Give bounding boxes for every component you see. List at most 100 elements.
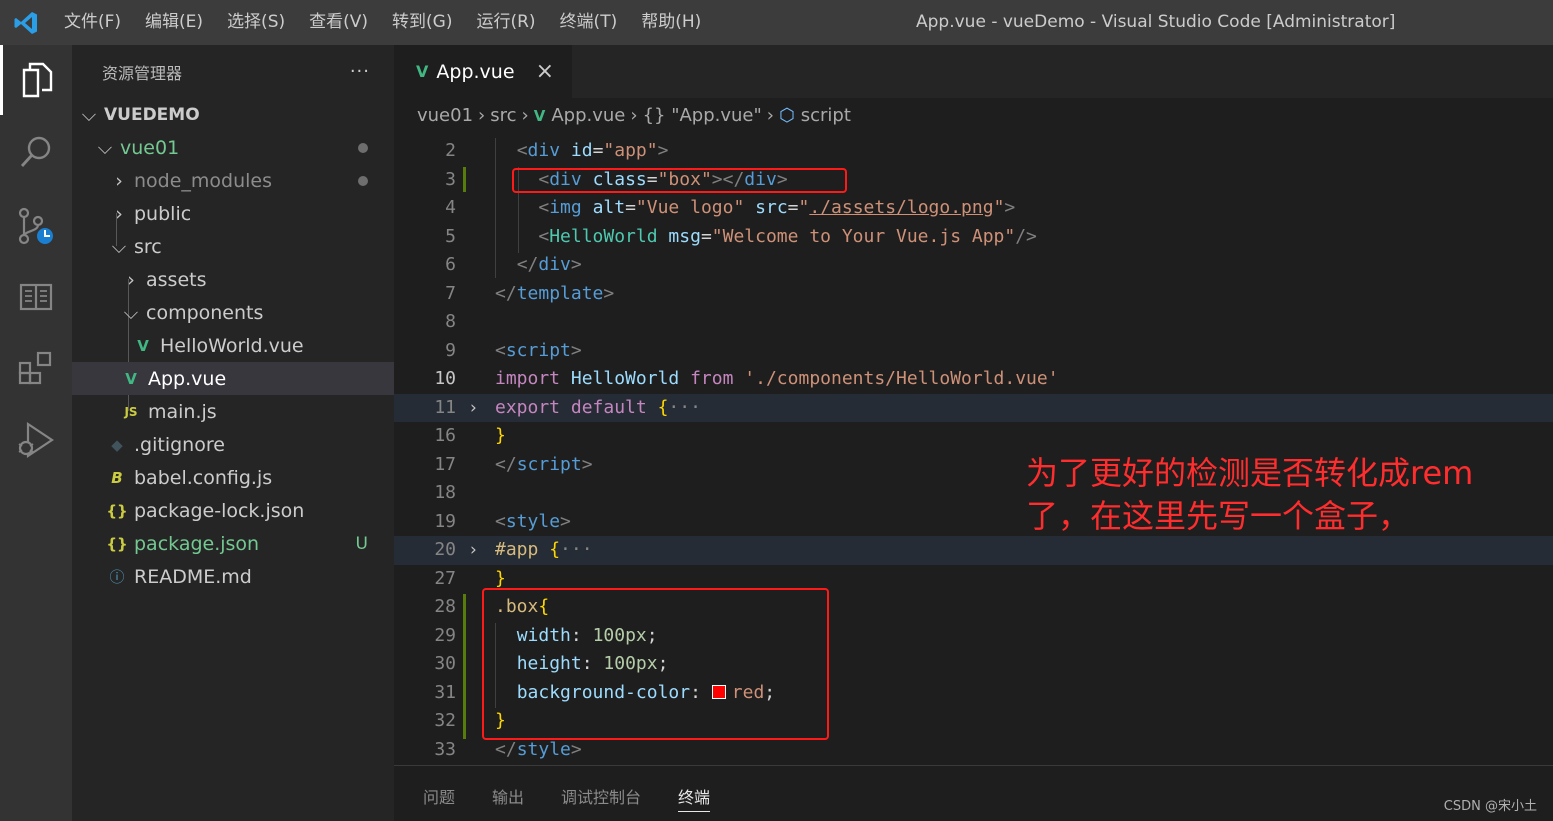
vue-file-icon: V [416, 62, 429, 81]
workspace-root[interactable]: ⌵ VUEDEMO [72, 98, 394, 131]
panel-tab-terminal[interactable]: 终端 [678, 784, 711, 812]
symbol-icon: ⬡ [779, 105, 795, 126]
tree-item-app-vue[interactable]: V App.vue [72, 362, 394, 395]
bottom-panel: 问题 输出 调试控制台 终端 [394, 765, 1553, 821]
tree-item-main-js[interactable]: JS main.js [72, 395, 394, 428]
code-line-current: 10 import HelloWorld from './components/… [434, 368, 1059, 389]
sidebar-title: 资源管理器 [102, 63, 183, 83]
vscode-logo-icon [0, 0, 52, 45]
editor-tabs: V App.vue × [394, 45, 1553, 98]
tree-item-helloworld-vue[interactable]: V HelloWorld.vue [72, 329, 394, 362]
tree-item-components[interactable]: ⌵ components [72, 296, 394, 329]
tree-item-label: public [134, 202, 192, 225]
tree-item-package-json[interactable]: {} package.json U [72, 527, 394, 560]
tab-app-vue[interactable]: V App.vue × [394, 45, 572, 98]
workspace-root-label: VUEDEMO [104, 104, 200, 125]
tree-item-src[interactable]: ⌵ src [72, 230, 394, 263]
ignored-dot [358, 175, 368, 186]
code-line: 20 › #app {··· [394, 536, 1553, 565]
menu-edit[interactable]: 编辑(E) [133, 0, 215, 45]
chevron-right-icon: › [115, 169, 123, 192]
tree-item-label: vue01 [120, 136, 180, 159]
book-icon[interactable] [0, 262, 72, 332]
code-line: 6 </div> [445, 254, 582, 275]
more-actions-icon[interactable]: ··· [350, 61, 370, 82]
close-icon[interactable]: × [536, 59, 554, 84]
code-line: 5 <HelloWorld msg="Welcome to Your Vue.j… [445, 225, 1037, 247]
tree-item-public[interactable]: › public [72, 197, 394, 230]
window-title: App.vue - vueDemo - Visual Studio Code [… [916, 12, 1396, 32]
tree-item-label: node_modules [134, 169, 273, 192]
menu-run[interactable]: 运行(R) [464, 0, 547, 45]
search-icon[interactable] [0, 117, 72, 187]
code-line: 9 <script> [445, 339, 582, 361]
menu-help[interactable]: 帮助(H) [629, 0, 713, 45]
title-bar: 文件(F) 编辑(E) 选择(S) 查看(V) 转到(G) 运行(R) 终端(T… [0, 0, 1553, 45]
js-file-icon: JS [124, 404, 138, 419]
sidebar-header: 资源管理器 ··· [72, 45, 394, 98]
tree-item-label: components [146, 301, 264, 324]
source-control-icon[interactable] [0, 192, 72, 262]
code-line: 8 [445, 311, 456, 332]
explorer-sidebar: 资源管理器 ··· ⌵ VUEDEMO ⌵ vue01 › node_modul… [72, 45, 394, 821]
tab-label: App.vue [436, 60, 515, 83]
tree-item-readme[interactable]: ⓘ README.md [72, 560, 394, 593]
chevron-right-icon: › [630, 105, 638, 126]
tree-item-label: src [134, 235, 162, 258]
tree-item-label: App.vue [148, 367, 227, 390]
chevron-down-icon: ⌵ [97, 136, 113, 159]
vue-file-icon: V [125, 369, 137, 388]
breadcrumb-item[interactable]: src [490, 105, 516, 126]
tree-item-babel-config[interactable]: B babel.config.js [72, 461, 394, 494]
vue-file-icon: V [533, 106, 546, 125]
chevron-down-icon: ⌵ [111, 235, 127, 258]
highlight-box-div [512, 168, 847, 193]
highlight-box-css [482, 588, 829, 740]
panel-tab-problems[interactable]: 问题 [423, 784, 455, 808]
menu-file[interactable]: 文件(F) [52, 0, 133, 45]
panel-tab-debug-console[interactable]: 调试控制台 [561, 784, 641, 808]
modified-dot [358, 142, 368, 153]
annotation-text: 为了更好的检测是否转化成rem 了，在这里先写一个盒子， [1026, 454, 1474, 535]
tree-item-assets[interactable]: › assets [72, 263, 394, 296]
tree-item-label: HelloWorld.vue [160, 334, 304, 357]
code-line: 4 <img alt="Vue logo" src="./assets/logo… [445, 197, 1016, 218]
tree-item-label: assets [146, 268, 207, 291]
extensions-icon[interactable] [0, 333, 72, 403]
panel-tab-output[interactable]: 输出 [492, 784, 524, 808]
tree-item-gitignore[interactable]: ◆ .gitignore [72, 428, 394, 461]
watermark: CSDN @宋小土 [1443, 799, 1537, 814]
tree-item-label: README.md [134, 565, 252, 588]
chevron-right-icon: › [115, 202, 123, 225]
chevron-down-icon: ⌵ [81, 103, 97, 126]
json-file-icon: {} [106, 501, 128, 520]
breadcrumb-item[interactable]: App.vue [551, 105, 625, 126]
menu-bar: 文件(F) 编辑(E) 选择(S) 查看(V) 转到(G) 运行(R) 终端(T… [52, 0, 713, 45]
menu-view[interactable]: 查看(V) [297, 0, 380, 45]
chevron-right-icon[interactable]: › [470, 394, 477, 423]
breadcrumb-item[interactable]: script [801, 105, 851, 126]
chevron-right-icon: › [478, 105, 486, 126]
git-file-icon: ◆ [111, 435, 123, 454]
babel-file-icon: B [111, 468, 123, 487]
breadcrumb-item[interactable]: vue01 [417, 105, 473, 126]
tree-item-vue01[interactable]: ⌵ vue01 [72, 131, 394, 164]
chevron-right-icon: › [127, 268, 135, 291]
untracked-badge: U [355, 533, 368, 554]
code-line: 11 › export default {··· [394, 393, 1553, 423]
tree-item-label: main.js [148, 400, 217, 423]
code-line: 2 <div id="app"> [445, 140, 669, 161]
chevron-right-icon[interactable]: › [470, 536, 477, 565]
chevron-down-icon: ⌵ [123, 301, 139, 324]
menu-go[interactable]: 转到(G) [380, 0, 464, 45]
tree-item-package-lock[interactable]: {} package-lock.json [72, 494, 394, 527]
explorer-icon[interactable] [0, 45, 72, 115]
menu-selection[interactable]: 选择(S) [215, 0, 297, 45]
tree-item-node-modules[interactable]: › node_modules [72, 164, 394, 197]
run-debug-icon[interactable] [0, 405, 72, 475]
menu-terminal[interactable]: 终端(T) [548, 0, 630, 45]
breadcrumb-item[interactable]: {} "App.vue" [643, 105, 762, 126]
tree-item-label: .gitignore [134, 433, 225, 456]
code-line: 16 } [434, 425, 506, 446]
tree-item-label: babel.config.js [134, 466, 273, 489]
